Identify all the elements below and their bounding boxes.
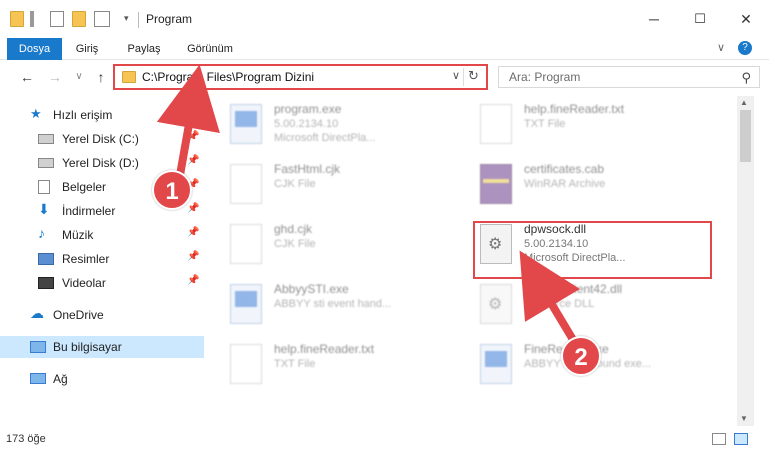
- arrow-1: [156, 64, 220, 179]
- annotation-circle-1: 1: [152, 170, 192, 210]
- annotation-circle-2: 2: [561, 336, 601, 376]
- annotation-arrows: [156, 64, 580, 342]
- arrow-2: [519, 250, 580, 342]
